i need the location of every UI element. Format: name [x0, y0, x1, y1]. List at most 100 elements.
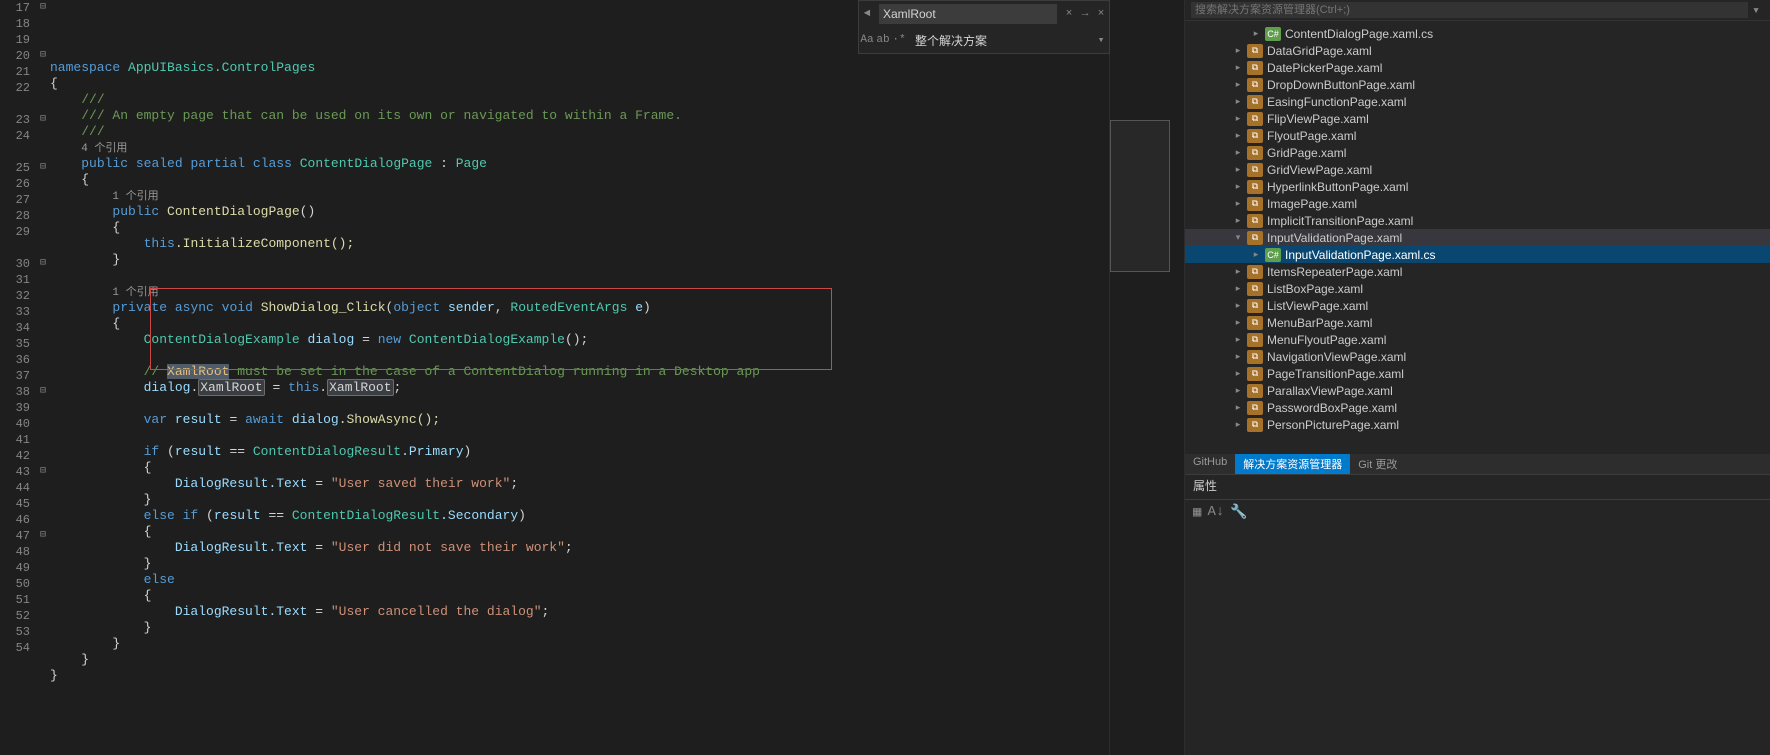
regex-icon[interactable]: ·*: [891, 34, 907, 46]
tree-item-label: ItemsRepeaterPage.xaml: [1267, 265, 1402, 279]
pin-icon[interactable]: →: [1077, 8, 1093, 20]
tree-item[interactable]: ▾ ⧉ InputValidationPage.xaml: [1185, 229, 1770, 246]
twist-icon[interactable]: ▸: [1233, 317, 1243, 328]
tree-item-label: NavigationViewPage.xaml: [1267, 350, 1406, 364]
tree-item-label: MenuBarPage.xaml: [1267, 316, 1372, 330]
tree-item[interactable]: ▸ ⧉ HyperlinkButtonPage.xaml: [1185, 178, 1770, 195]
tree-item[interactable]: ▸ ⧉ NavigationViewPage.xaml: [1185, 348, 1770, 365]
panel-tab[interactable]: 解决方案资源管理器: [1235, 454, 1350, 474]
minimap-viewport[interactable]: [1110, 120, 1170, 272]
match-word-icon[interactable]: ab: [875, 34, 891, 46]
twist-icon[interactable]: ▸: [1233, 181, 1243, 192]
file-xaml-icon: ⧉: [1247, 418, 1263, 432]
categorize-icon[interactable]: ▦: [1193, 504, 1201, 521]
chevron-left-icon[interactable]: ◄: [859, 8, 875, 20]
solution-search-input[interactable]: [1191, 2, 1748, 18]
tree-item[interactable]: ▸ ⧉ MenuBarPage.xaml: [1185, 314, 1770, 331]
match-case-icon[interactable]: Aa: [859, 34, 875, 46]
twist-icon[interactable]: ▸: [1233, 96, 1243, 107]
find-widget[interactable]: ◄ × → × Aa ab ·* ▾: [858, 0, 1110, 54]
twist-icon[interactable]: ▸: [1233, 45, 1243, 56]
twist-icon[interactable]: ▸: [1233, 215, 1243, 226]
twist-icon[interactable]: ▸: [1233, 164, 1243, 175]
twist-icon[interactable]: ▸: [1251, 28, 1261, 39]
tree-item[interactable]: ▸ ⧉ PersonPicturePage.xaml: [1185, 416, 1770, 433]
file-xaml-icon: ⧉: [1247, 197, 1263, 211]
twist-icon[interactable]: ▸: [1251, 249, 1261, 260]
twist-icon[interactable]: ▸: [1233, 130, 1243, 141]
tree-item[interactable]: ▸ ⧉ GridViewPage.xaml: [1185, 161, 1770, 178]
twist-icon[interactable]: ▾: [1233, 232, 1243, 243]
editor-scrollbar[interactable]: [1170, 0, 1184, 755]
find-input[interactable]: [879, 4, 1057, 24]
tree-item[interactable]: ▸ ⧉ ImplicitTransitionPage.xaml: [1185, 212, 1770, 229]
tree-item[interactable]: ▸ ⧉ ParallaxViewPage.xaml: [1185, 382, 1770, 399]
tree-item[interactable]: ▸ C# InputValidationPage.xaml.cs: [1185, 246, 1770, 263]
tree-item[interactable]: ▸ ⧉ GridPage.xaml: [1185, 144, 1770, 161]
file-xaml-icon: ⧉: [1247, 231, 1263, 245]
minimap[interactable]: [1109, 0, 1170, 755]
tree-item-label: ParallaxViewPage.xaml: [1267, 384, 1393, 398]
twist-icon[interactable]: ▸: [1233, 62, 1243, 73]
tree-item[interactable]: ▸ ⧉ ListViewPage.xaml: [1185, 297, 1770, 314]
sort-icon[interactable]: A↓: [1207, 504, 1224, 521]
tree-item[interactable]: ▸ ⧉ DatePickerPage.xaml: [1185, 59, 1770, 76]
file-xaml-icon: ⧉: [1247, 367, 1263, 381]
close-icon[interactable]: ×: [1061, 8, 1077, 20]
tree-item-label: ContentDialogPage.xaml.cs: [1285, 27, 1433, 41]
solution-tree[interactable]: ▸ C# ContentDialogPage.xaml.cs▸ ⧉ DataGr…: [1185, 21, 1770, 454]
tree-item[interactable]: ▸ ⧉ EasingFunctionPage.xaml: [1185, 93, 1770, 110]
twist-icon[interactable]: ▸: [1233, 351, 1243, 362]
twist-icon[interactable]: ▸: [1233, 283, 1243, 294]
twist-icon[interactable]: ▸: [1233, 402, 1243, 413]
twist-icon[interactable]: ▸: [1233, 266, 1243, 277]
tree-item[interactable]: ▸ ⧉ DropDownButtonPage.xaml: [1185, 76, 1770, 93]
tree-item-label: GridViewPage.xaml: [1267, 163, 1372, 177]
tree-item-label: GridPage.xaml: [1267, 146, 1346, 160]
tree-item[interactable]: ▸ ⧉ PasswordBoxPage.xaml: [1185, 399, 1770, 416]
tree-item[interactable]: ▸ ⧉ DataGridPage.xaml: [1185, 42, 1770, 59]
chevron-down-icon[interactable]: ▾: [1093, 33, 1109, 47]
editor-text-area[interactable]: namespace AppUIBasics.ControlPages{ /// …: [50, 0, 1109, 755]
tree-item[interactable]: ▸ ⧉ ItemsRepeaterPage.xaml: [1185, 263, 1770, 280]
twist-icon[interactable]: ▸: [1233, 113, 1243, 124]
twist-icon[interactable]: ▸: [1233, 334, 1243, 345]
file-xaml-icon: ⧉: [1247, 265, 1263, 279]
file-xaml-icon: ⧉: [1247, 350, 1263, 364]
fold-gutter[interactable]: ⊟⊟⊟⊟⊟⊟⊟⊟: [36, 0, 50, 755]
twist-icon[interactable]: ▸: [1233, 79, 1243, 90]
twist-icon[interactable]: ▸: [1233, 368, 1243, 379]
twist-icon[interactable]: ▸: [1233, 198, 1243, 209]
wrench-icon[interactable]: 🔧: [1230, 504, 1247, 521]
tree-item-label: ListBoxPage.xaml: [1267, 282, 1363, 296]
tree-item[interactable]: ▸ ⧉ PageTransitionPage.xaml: [1185, 365, 1770, 382]
file-cs-icon: C#: [1265, 27, 1281, 41]
file-xaml-icon: ⧉: [1247, 146, 1263, 160]
tree-item[interactable]: ▸ C# ContentDialogPage.xaml.cs: [1185, 25, 1770, 42]
twist-icon[interactable]: ▸: [1233, 385, 1243, 396]
code-editor[interactable]: 1718192021222324252627282930313233343536…: [0, 0, 1184, 755]
tree-item[interactable]: ▸ ⧉ MenuFlyoutPage.xaml: [1185, 331, 1770, 348]
twist-icon[interactable]: ▸: [1233, 147, 1243, 158]
file-xaml-icon: ⧉: [1247, 95, 1263, 109]
tree-item[interactable]: ▸ ⧉ FlipViewPage.xaml: [1185, 110, 1770, 127]
line-number-gutter: 1718192021222324252627282930313233343536…: [0, 0, 36, 755]
file-xaml-icon: ⧉: [1247, 78, 1263, 92]
dropdown-icon[interactable]: ▾: [1748, 3, 1764, 18]
close-icon[interactable]: ×: [1093, 8, 1109, 20]
file-xaml-icon: ⧉: [1247, 214, 1263, 228]
file-xaml-icon: ⧉: [1247, 299, 1263, 313]
find-scope-select[interactable]: [911, 30, 1089, 50]
tree-item[interactable]: ▸ ⧉ ImagePage.xaml: [1185, 195, 1770, 212]
solution-explorer-panel: ▾ ▸ C# ContentDialogPage.xaml.cs▸ ⧉ Data…: [1184, 0, 1770, 755]
file-xaml-icon: ⧉: [1247, 384, 1263, 398]
panel-tab[interactable]: GitHub: [1185, 454, 1235, 474]
tree-item-label: FlipViewPage.xaml: [1267, 112, 1369, 126]
tree-item-label: InputValidationPage.xaml: [1267, 231, 1402, 245]
bottom-tabs[interactable]: GitHub解决方案资源管理器Git 更改: [1185, 454, 1770, 474]
panel-tab[interactable]: Git 更改: [1350, 454, 1405, 474]
twist-icon[interactable]: ▸: [1233, 300, 1243, 311]
tree-item[interactable]: ▸ ⧉ ListBoxPage.xaml: [1185, 280, 1770, 297]
tree-item[interactable]: ▸ ⧉ FlyoutPage.xaml: [1185, 127, 1770, 144]
twist-icon[interactable]: ▸: [1233, 419, 1243, 430]
